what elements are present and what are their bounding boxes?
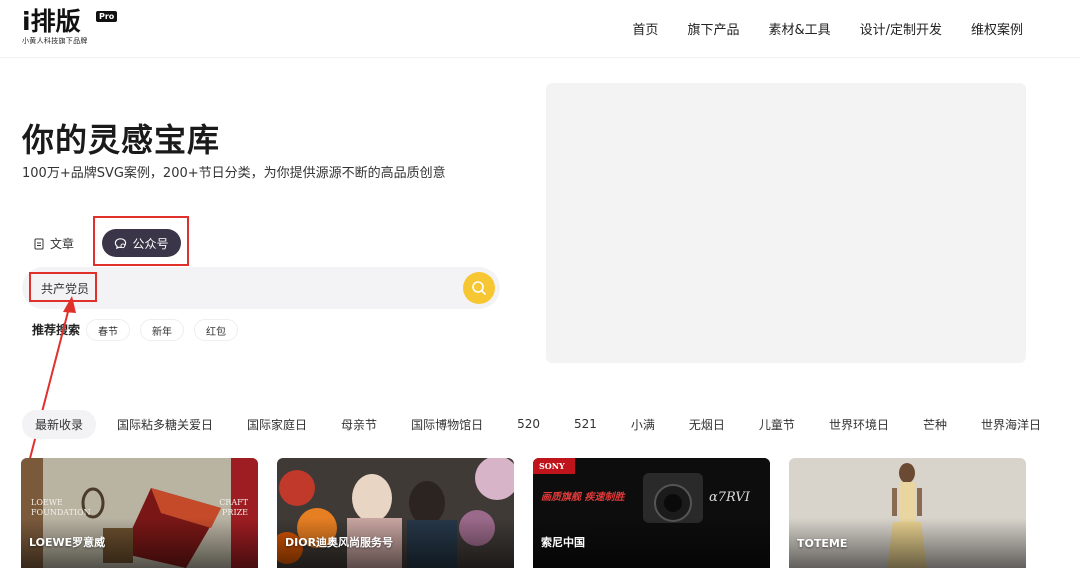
category-item[interactable]: 520 (517, 417, 540, 431)
recommended-label: 推荐搜索 (32, 323, 81, 337)
nav-design-dev[interactable]: 设计/定制开发 (860, 19, 942, 38)
logo[interactable]: i排版 Pro 小黄人科技旗下品牌 (22, 7, 118, 46)
annotation-box-tab (93, 216, 189, 266)
card-overlay-text: LOEWE FOUNDATION (31, 498, 91, 518)
tab-article-label: 文章 (50, 237, 75, 251)
card-title: TOTEME (797, 537, 848, 550)
category-latest[interactable]: 最新收录 (22, 409, 97, 439)
card-sony[interactable]: SONY 画质旗舰 疾速制胜 α7RVI 索尼中国 (533, 458, 770, 568)
category-item[interactable]: 世界海洋日 (981, 416, 1041, 433)
hero-title: 你的灵感宝库 (22, 121, 221, 159)
card-dior[interactable]: DIOR迪奥风尚服务号 (277, 458, 514, 568)
category-item[interactable]: 儿童节 (759, 416, 795, 433)
banner-placeholder (546, 83, 1026, 363)
category-item[interactable]: 无烟日 (689, 416, 725, 433)
tab-article[interactable]: 文章 (33, 235, 74, 252)
document-icon (34, 238, 44, 249)
category-item[interactable]: 国际粘多糖关爱日 (117, 416, 213, 433)
search-button[interactable] (463, 272, 495, 304)
search-icon (472, 281, 486, 295)
card-loewe[interactable]: LOEWE FOUNDATION CRAFT PRIZE LOEWE罗意威 (21, 458, 258, 568)
logo-tagline: 小黄人科技旗下品牌 (22, 37, 88, 45)
card-headline: 画质旗舰 疾速制胜 (541, 492, 625, 503)
category-item[interactable]: 芒种 (923, 416, 947, 433)
category-item[interactable]: 国际博物馆日 (411, 416, 483, 433)
hero-subtitle: 100万+品牌SVG案例，200+节日分类，为你提供源源不断的高品质创意 (22, 166, 446, 181)
card-overlay-right: CRAFT PRIZE (219, 498, 248, 518)
rec-tag-spring-festival[interactable]: 春节 (86, 319, 130, 341)
sony-logo: SONY (539, 461, 565, 471)
overlay-line: CRAFT (219, 498, 248, 507)
overlay-line: PRIZE (222, 508, 248, 517)
nav-home[interactable]: 首页 (632, 19, 658, 38)
category-item[interactable]: 小满 (631, 416, 655, 433)
rec-tag-red-packet[interactable]: 红包 (194, 319, 238, 341)
category-item[interactable]: 521 (574, 417, 597, 431)
card-toteme[interactable]: TOTEME (789, 458, 1026, 568)
nav-products[interactable]: 旗下产品 (687, 19, 739, 38)
overlay-line: FOUNDATION (31, 508, 91, 517)
category-strip: 最新收录 国际粘多糖关爱日 国际家庭日 母亲节 国际博物馆日 520 521 小… (22, 409, 1041, 439)
logo-text: i排版 (22, 7, 81, 36)
nav-materials-tools[interactable]: 素材&工具 (768, 19, 830, 38)
camera-model: α7RVI (709, 490, 750, 505)
overlay-line: LOEWE (31, 498, 63, 507)
top-header: i排版 Pro 小黄人科技旗下品牌 首页 旗下产品 素材&工具 设计/定制开发 … (0, 0, 1080, 58)
card-title: LOEWE罗意威 (29, 536, 106, 549)
category-item[interactable]: 国际家庭日 (247, 416, 307, 433)
card-title: 索尼中国 (541, 536, 585, 549)
annotation-box-search (29, 272, 97, 302)
category-item[interactable]: 世界环境日 (829, 416, 889, 433)
pro-badge: Pro (96, 11, 118, 22)
nav-rights-cases[interactable]: 维权案例 (971, 19, 1023, 38)
card-title: DIOR迪奥风尚服务号 (285, 536, 394, 549)
category-item[interactable]: 母亲节 (341, 416, 377, 433)
rec-tag-new-year[interactable]: 新年 (140, 319, 184, 341)
main-nav: 首页 旗下产品 素材&工具 设计/定制开发 维权案例 (632, 19, 1023, 38)
